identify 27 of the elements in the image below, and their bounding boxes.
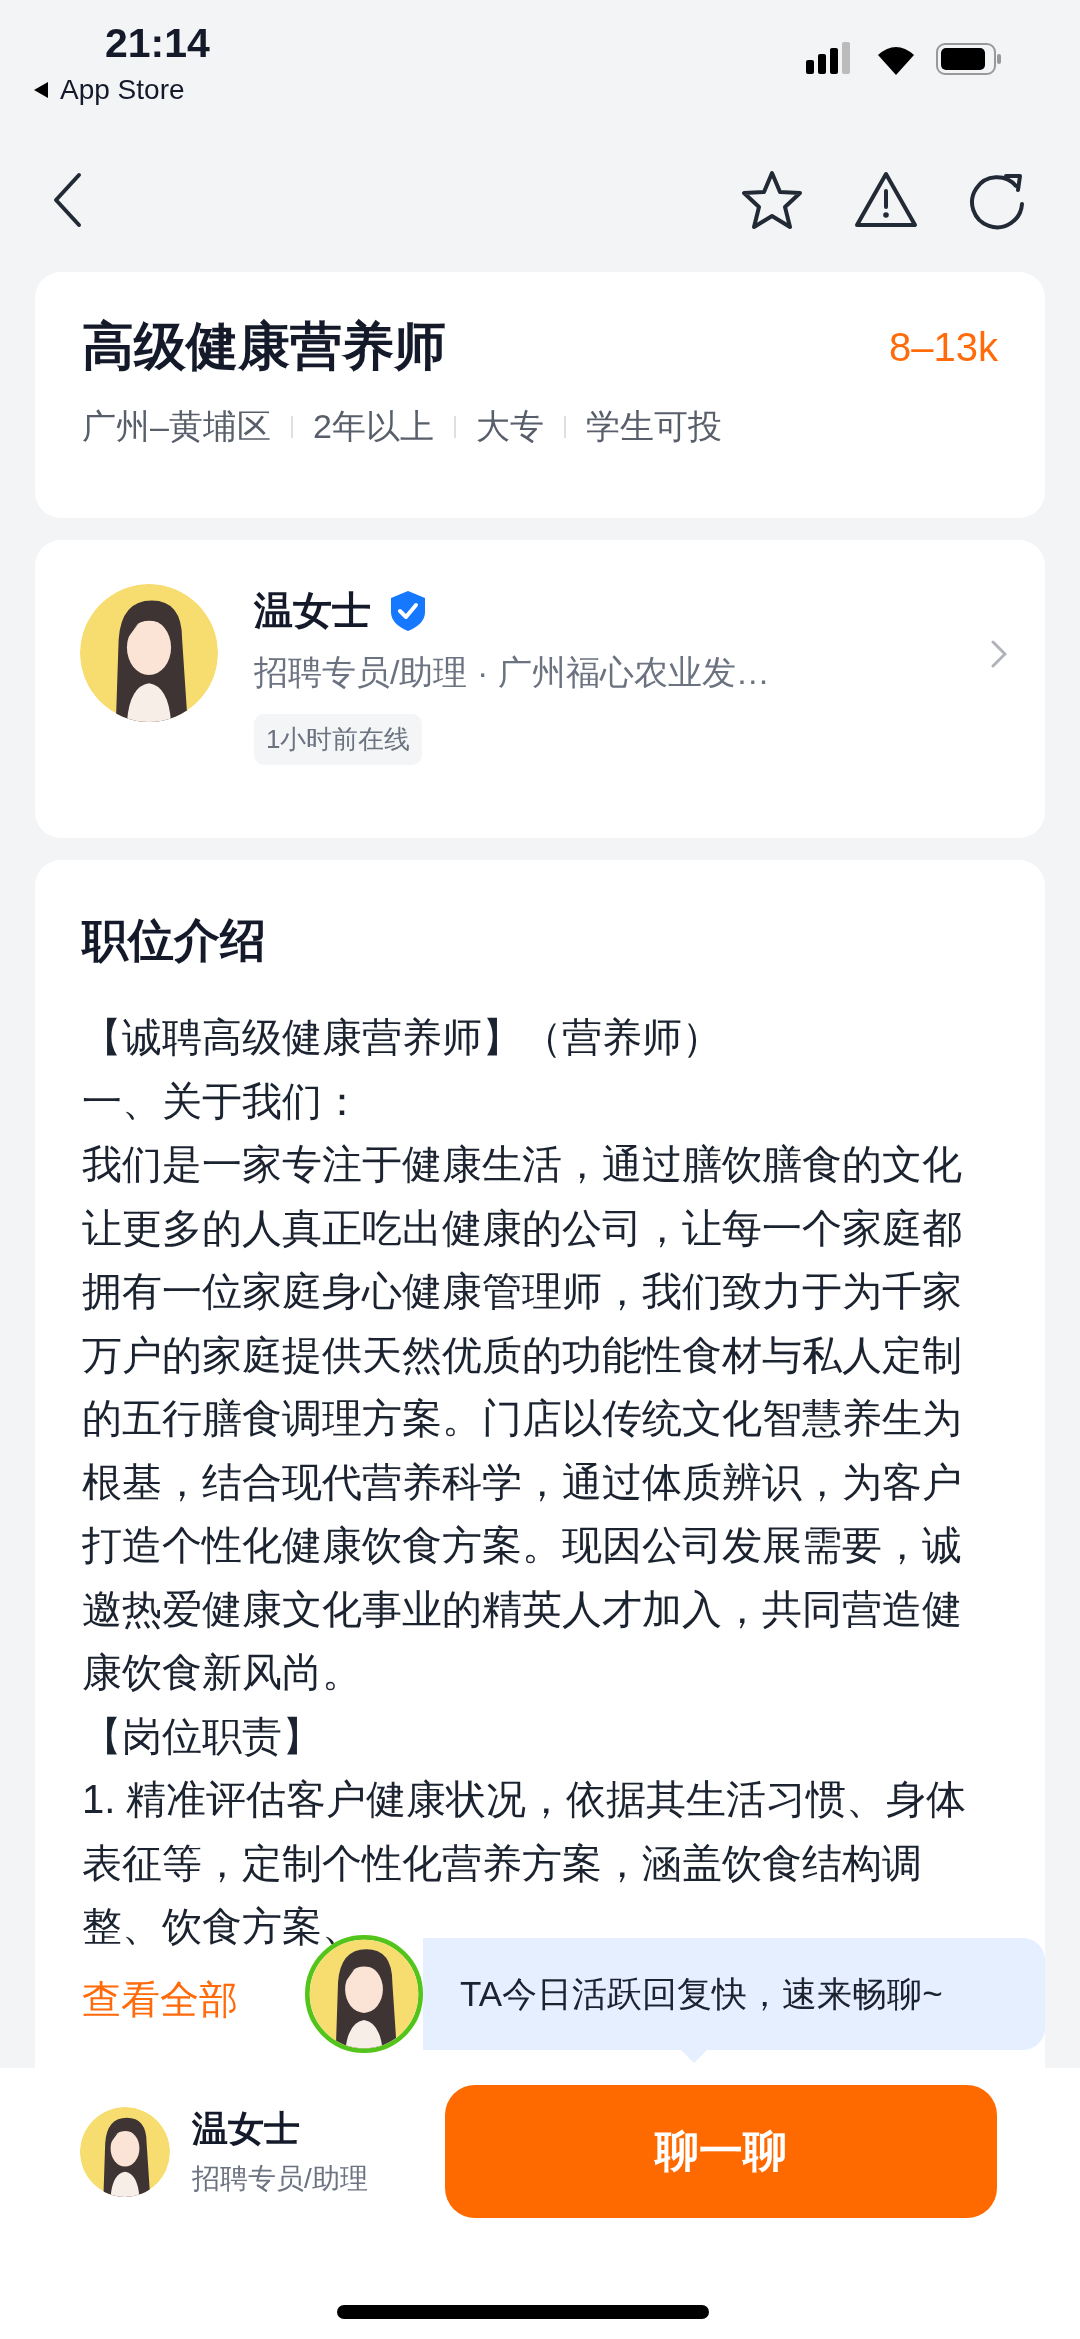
- avatar-icon: [80, 2106, 170, 2197]
- star-icon[interactable]: [740, 170, 804, 230]
- warning-icon[interactable]: [854, 171, 918, 229]
- job-tag: 大专: [475, 404, 544, 450]
- description-paragraph: 【诚聘高级健康营养师】（营养师）: [82, 1014, 723, 1061]
- job-tag: 广州–黄埔区: [82, 404, 271, 450]
- job-title: 高级健康营养师: [82, 316, 446, 377]
- recruiter-name: 温女士: [192, 2107, 301, 2151]
- chat-prompt-text: TA今日活跃回复快，速来畅聊~: [460, 1972, 943, 2015]
- back-app-link[interactable]: App Store: [60, 74, 185, 106]
- back-triangle-icon: [32, 81, 50, 99]
- recruiter-role: 招聘专员/助理: [192, 2162, 369, 2196]
- description-paragraph: 我们是一家专注于健康生活，通过膳饮膳食的文化让更多的人真正吃出健康的公司，让每一个家庭都拥有一位家庭身心健康管理师，我们致力于为千家万户的家庭提供天然优质的功能性食材与私人定制的五行膳食调理方案。门店以传统文化智慧养生为根基，结合现代营养科学，通过体质辨识，为客户打造个性化健康饮食方案。现因公司发展需要，诚邀热爱健康文化事业的精英人才加入，共同营造健康饮食新风尚。: [82, 1141, 963, 1696]
- job-tag: 2年以上: [312, 404, 434, 450]
- salary-range: 8–13k: [889, 324, 998, 370]
- chat-prompt-bubble[interactable]: TA今日活跃回复快，速来畅聊~: [423, 1938, 1045, 2050]
- section-heading: 职位介绍: [82, 913, 267, 968]
- description-paragraph: 【岗位职责】: [82, 1712, 323, 1760]
- online-status-tag: 1小时前在线: [254, 714, 423, 765]
- recruiter-name: 温女士: [254, 588, 371, 634]
- back-icon[interactable]: [52, 172, 82, 228]
- description-paragraph: 一、关于我们：: [82, 1077, 363, 1125]
- recruiter-title: 招聘专员/助理 · 广州福心农业发…: [254, 652, 771, 693]
- status-time: 21:14: [105, 20, 210, 67]
- avatar-icon: [80, 584, 218, 722]
- battery-icon: [936, 43, 1002, 75]
- job-tag: 学生可投: [585, 404, 722, 450]
